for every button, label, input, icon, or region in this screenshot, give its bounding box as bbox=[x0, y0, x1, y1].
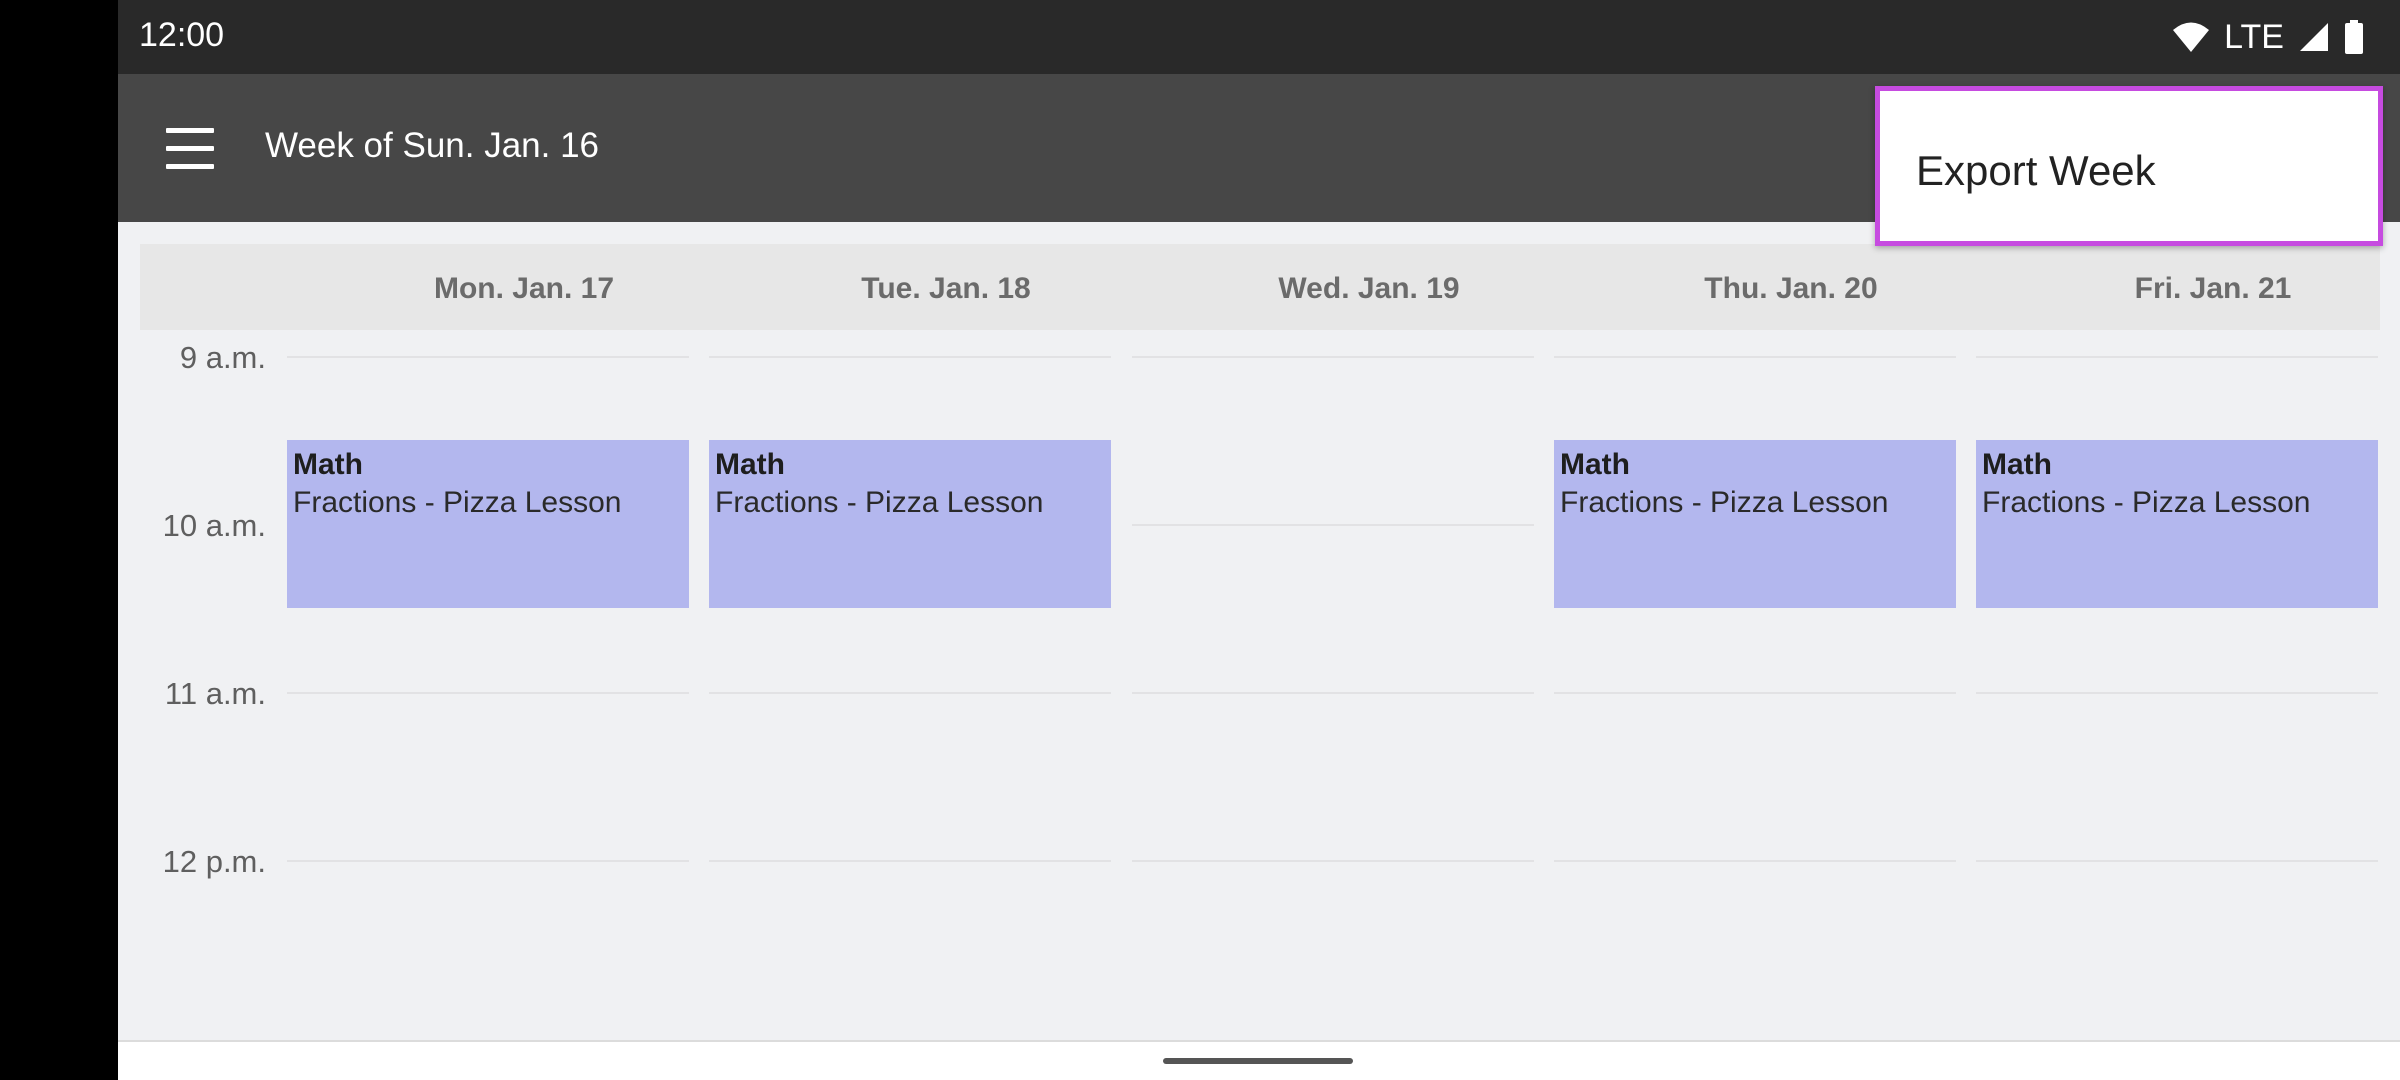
time-label-10am: 10 a.m. bbox=[162, 508, 266, 543]
grid-line bbox=[1976, 692, 2378, 694]
overflow-menu: Export Week bbox=[1875, 86, 2383, 246]
grid-line bbox=[287, 860, 689, 862]
battery-icon bbox=[2345, 20, 2363, 54]
time-label-12pm: 12 p.m. bbox=[162, 844, 266, 879]
event-tue-math[interactable]: Math Fractions - Pizza Lesson bbox=[709, 440, 1111, 608]
status-time: 12:00 bbox=[139, 16, 225, 54]
grid-line bbox=[1132, 692, 1534, 694]
time-label-9am: 9 a.m. bbox=[179, 340, 266, 375]
grid-line bbox=[1554, 692, 1956, 694]
event-thu-math[interactable]: Math Fractions - Pizza Lesson bbox=[1554, 440, 1956, 608]
signal-icon bbox=[2300, 23, 2328, 51]
grid-line bbox=[709, 692, 1111, 694]
event-description: Fractions - Pizza Lesson bbox=[293, 486, 622, 519]
menu-line bbox=[166, 164, 214, 169]
home-indicator[interactable] bbox=[1163, 1058, 1353, 1064]
grid-line bbox=[709, 860, 1111, 862]
menu-line bbox=[166, 128, 214, 133]
network-type-label: LTE bbox=[2224, 17, 2284, 56]
event-mon-math[interactable]: Math Fractions - Pizza Lesson bbox=[287, 440, 689, 608]
day-header-row: Mon. Jan. 17 Tue. Jan. 18 Wed. Jan. 19 T… bbox=[140, 244, 2380, 330]
export-week-menu-item[interactable]: Export Week bbox=[1880, 91, 2378, 241]
grid-line bbox=[1132, 524, 1534, 526]
export-week-label: Export Week bbox=[1916, 147, 2156, 194]
left-black-bar bbox=[0, 0, 118, 1080]
event-fri-math[interactable]: Math Fractions - Pizza Lesson bbox=[1976, 440, 2378, 608]
event-description: Fractions - Pizza Lesson bbox=[1982, 486, 2311, 519]
day-header-wed: Wed. Jan. 19 bbox=[1278, 272, 1460, 305]
day-header-thu: Thu. Jan. 20 bbox=[1704, 272, 1878, 305]
time-label-11am: 11 a.m. bbox=[164, 676, 266, 711]
status-icons: LTE bbox=[2172, 14, 2364, 60]
event-title: Math bbox=[1982, 448, 2052, 481]
event-title: Math bbox=[715, 448, 785, 481]
event-description: Fractions - Pizza Lesson bbox=[1560, 486, 1889, 519]
hamburger-menu-icon[interactable] bbox=[158, 120, 222, 176]
grid-line bbox=[1554, 356, 1956, 358]
grid-line bbox=[287, 692, 689, 694]
day-header-fri: Fri. Jan. 21 bbox=[2134, 272, 2292, 305]
grid-line bbox=[1976, 860, 2378, 862]
grid-line bbox=[709, 356, 1111, 358]
menu-line bbox=[166, 146, 214, 151]
event-description: Fractions - Pizza Lesson bbox=[715, 486, 1044, 519]
wifi-icon bbox=[2173, 22, 2210, 52]
grid-line bbox=[1976, 356, 2378, 358]
page-title: Week of Sun. Jan. 16 bbox=[265, 126, 600, 165]
event-title: Math bbox=[1560, 448, 1630, 481]
day-header-tue: Tue. Jan. 18 bbox=[861, 272, 1031, 305]
grid-line bbox=[1132, 356, 1534, 358]
grid-line bbox=[1132, 860, 1534, 862]
grid-line bbox=[287, 356, 689, 358]
app-screen: 12:00 LTE Week of Sun. Jan. 16 Mon. Jan.… bbox=[118, 0, 2400, 1080]
status-bar: 12:00 LTE bbox=[118, 0, 2400, 74]
day-header-mon: Mon. Jan. 17 bbox=[433, 272, 615, 305]
grid-line bbox=[1554, 860, 1956, 862]
event-title: Math bbox=[293, 448, 363, 481]
